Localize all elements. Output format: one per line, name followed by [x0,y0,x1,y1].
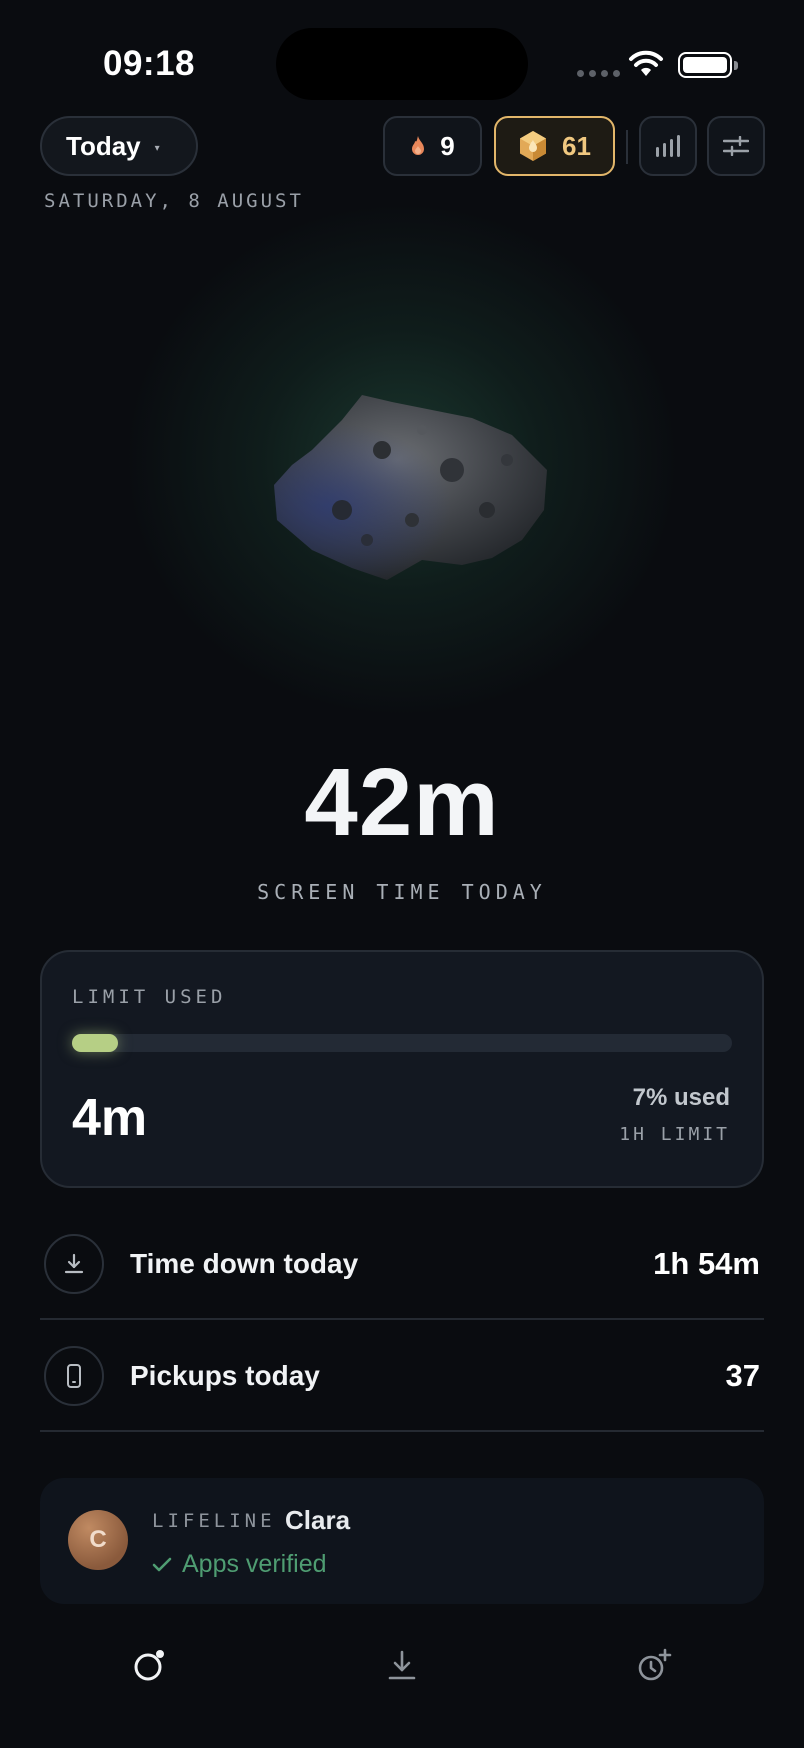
wifi-icon [629,50,663,76]
asteroid-image [274,395,547,580]
nav-time-down[interactable] [377,1640,427,1690]
stat-row-time-down[interactable]: Time down today 1h 54m [40,1208,764,1320]
sliders-icon [723,136,749,156]
download-icon [44,1234,104,1294]
chevron-down-icon: ▾ [154,142,160,154]
lifeline-card[interactable]: C LIFELINE Clara Apps verified [40,1478,764,1604]
lifeline-status: Apps verified [152,1550,327,1579]
lifeline-name: Clara [285,1505,351,1535]
header-divider [626,130,628,164]
coins-badge[interactable]: 61 [494,116,615,176]
lifeline-status-text: Apps verified [182,1550,327,1578]
stat-label: Time down today [130,1248,359,1279]
streak-count: 9 [440,130,455,161]
lifeline-tag: LIFELINE [152,1510,276,1532]
battery-icon [678,52,738,78]
download-icon [388,1650,416,1680]
limit-total: 1H LIMIT [619,1124,730,1145]
stat-value: 1h 54m [653,1246,760,1281]
limit-percent: 7% used [632,1084,730,1111]
alarm-add-icon [638,1648,672,1681]
limit-label: LIMIT USED [72,986,227,1008]
screen: 09:18 Today ▾ 9 61 SATURDAY, 42m SCREEN … [0,0,804,1748]
streak-badge[interactable]: 9 [383,116,482,176]
coins-count: 61 [562,130,591,161]
limit-used-value: 4m [72,1089,148,1147]
limit-progress-fill [72,1034,119,1052]
stat-value: 37 [725,1358,760,1393]
period-selector-label: Today [66,130,141,161]
orbit-icon [134,1650,164,1681]
screen-time-caption: SCREEN TIME TODAY [257,880,547,904]
status-time: 09:18 [103,44,196,83]
nav-alarm[interactable] [629,1640,679,1690]
checkmark-icon [152,1557,172,1571]
settings-button[interactable] [707,116,765,176]
stats-button[interactable] [639,116,697,176]
period-selector[interactable]: Today ▾ [40,116,198,176]
flame-icon [412,136,425,155]
dynamic-island [276,28,528,100]
limit-card[interactable]: LIMIT USED 4m 7% used 1H LIMIT [40,950,764,1188]
nav-home[interactable] [125,1640,175,1690]
avatar: C [68,1510,128,1570]
limit-progress-bar [72,1034,732,1052]
stat-label: Pickups today [130,1360,320,1391]
screen-time-value: 42m [304,749,500,856]
signal-icon [577,70,620,77]
phone-icon [44,1346,104,1406]
stat-row-pickups[interactable]: Pickups today 37 [40,1320,764,1432]
hexagon-coin-icon [520,131,547,161]
bar-chart-icon [656,135,680,157]
